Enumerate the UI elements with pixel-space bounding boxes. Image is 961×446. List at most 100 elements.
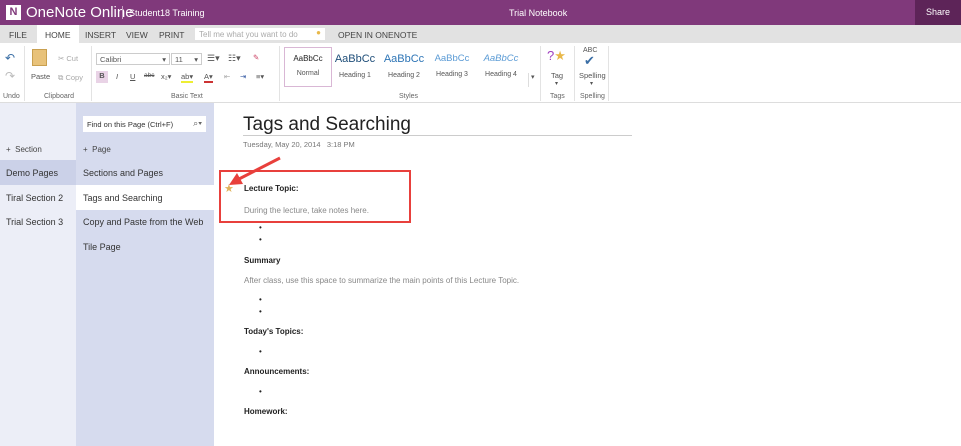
title-bar: N OneNote Online Student18 Training Tria… [0,0,961,25]
find-placeholder: Find on this Page (Ctrl+F) [87,120,174,129]
page-date: Tuesday, May 20, 2014 3:18 PM [243,140,355,149]
bullets-icon[interactable]: ☰▾ [207,53,220,64]
style-sample: AaBbCc [383,53,425,65]
tab-home[interactable]: HOME [37,25,79,43]
clipboard-group-label: Clipboard [44,93,74,100]
time: 3:18 PM [326,140,355,149]
font-size-value: 11 [175,55,183,64]
summary-heading[interactable]: Summary [244,256,280,265]
tab-view[interactable]: VIEW [126,30,148,40]
bullet[interactable]: • [259,387,262,396]
font-select[interactable]: Calibri ▾ [96,53,170,65]
style-sample: AaBbCc [434,53,470,64]
page-title[interactable]: Tags and Searching [243,114,411,136]
find-on-page-input[interactable]: Find on this Page (Ctrl+F) ⌕▾ [83,116,206,132]
add-section-label: Section [15,145,42,154]
onenote-logo-icon: N [6,5,21,20]
search-icon[interactable]: ⌕▾ [193,118,202,129]
style-heading-4[interactable]: AaBbCc Heading 4 [477,47,525,87]
spelling-group-label: Spelling [580,93,605,100]
bullet[interactable]: • [259,223,262,232]
paste-icon[interactable] [32,49,47,66]
bullet[interactable]: • [259,347,262,356]
lightbulb-icon: ● [316,28,321,37]
style-sample: AaBbCc [483,53,519,64]
copy-button[interactable]: ⧉ Copy [58,73,83,83]
tag-icon[interactable]: ?★ [547,48,566,64]
spelling-dropdown-icon[interactable]: ▾ [590,80,593,87]
bullet[interactable]: • [259,295,262,304]
numbering-icon[interactable]: ☷▾ [228,53,241,64]
open-in-onenote-button[interactable]: OPEN IN ONENOTE [338,30,417,40]
align-icon[interactable]: ≡▾ [256,72,264,81]
cut-button[interactable]: ✂ Cut [58,54,78,63]
section-item[interactable]: Tiral Section 2 [0,185,76,210]
share-button[interactable]: Share [915,0,961,25]
pages-pane: Find on this Page (Ctrl+F) ⌕▾ + Page Sect… [76,103,214,446]
font-color-icon[interactable]: A▾ [204,72,213,83]
tag-button[interactable]: Tag [551,71,563,80]
section-item[interactable]: Demo Pages [0,160,76,185]
checkmark-icon: ✔ [584,53,595,68]
basic-text-group-label: Basic Text [171,93,203,100]
clear-format-icon[interactable]: ✎ [253,53,259,62]
bullet[interactable]: • [259,235,262,244]
copy-label: Copy [65,73,83,82]
style-sample: AaBbCc [293,54,323,63]
tags-group-label: Tags [550,93,565,100]
annotation-arrow-icon [229,156,281,185]
todays-topics-heading[interactable]: Today's Topics: [244,327,303,336]
divider [122,6,123,19]
undo-icon[interactable]: ↶ [5,51,15,65]
ribbon: ↶ ↷ Undo Paste ✂ Cut ⧉ Copy Clipboard Ca… [0,43,961,103]
subscript-button[interactable]: x₂▾ [161,72,171,81]
add-page-button[interactable]: + Page [83,145,111,154]
bullet[interactable]: • [259,307,262,316]
italic-button[interactable]: I [116,72,118,81]
undo-group-label: Undo [3,93,20,100]
outdent-icon[interactable]: ⇤ [224,72,230,81]
redo-icon[interactable]: ↷ [5,69,15,83]
font-size-select[interactable]: 11 ▾ [171,53,202,65]
tab-insert[interactable]: INSERT [85,30,116,40]
style-heading-3[interactable]: AaBbCc Heading 3 [428,47,476,87]
font-value: Calibri [100,55,122,64]
styles-more-icon[interactable]: ▾ [528,73,535,87]
date: Tuesday, May 20, 2014 [243,140,321,149]
add-section-button[interactable]: + Section [6,145,42,154]
style-name: Normal [296,70,320,77]
style-normal[interactable]: AaBbCc Normal [284,47,332,87]
paste-button[interactable]: Paste [31,72,50,81]
page-item[interactable]: Copy and Paste from the Web [76,209,214,234]
user-name[interactable]: Student18 Training [129,8,205,18]
tab-file[interactable]: FILE [9,30,27,40]
page-content[interactable]: Tags and Searching Tuesday, May 20, 2014… [214,103,961,446]
indent-icon[interactable]: ⇥ [240,72,246,81]
style-heading-1[interactable]: AaBbCc Heading 1 [331,47,379,87]
add-page-label: Page [92,145,111,154]
tab-print[interactable]: PRINT [159,30,185,40]
summary-note[interactable]: After class, use this space to summarize… [244,276,519,285]
homework-heading[interactable]: Homework: [244,407,288,416]
section-item[interactable]: Trial Section 3 [0,209,76,234]
highlight-icon[interactable]: ab▾ [181,72,194,83]
strikethrough-button[interactable]: abc [144,72,154,79]
announcements-heading[interactable]: Announcements: [244,367,309,376]
style-name: Heading 4 [485,71,517,78]
tell-me-input[interactable]: Tell me what you want to do ● [195,28,325,40]
sections-pane: + Section Demo Pages Tiral Section 2 Tri… [0,103,76,446]
style-sample: AaBbCc [334,53,376,65]
page-item[interactable]: Tile Page [76,234,214,259]
spelling-button[interactable]: Spelling [579,71,606,80]
style-heading-2[interactable]: AaBbCc Heading 2 [380,47,428,87]
bold-button[interactable]: B [96,71,108,83]
style-name: Heading 3 [436,71,468,78]
title-underline [243,135,632,136]
styles-group-label: Styles [399,93,419,100]
page-item[interactable]: Sections and Pages [76,160,214,185]
page-item[interactable]: Tags and Searching [76,185,214,210]
app-name[interactable]: OneNote Online [26,4,134,21]
underline-button[interactable]: U [130,72,135,81]
notebook-name[interactable]: Trial Notebook [509,8,567,18]
tag-dropdown-icon[interactable]: ▾ [555,80,558,87]
